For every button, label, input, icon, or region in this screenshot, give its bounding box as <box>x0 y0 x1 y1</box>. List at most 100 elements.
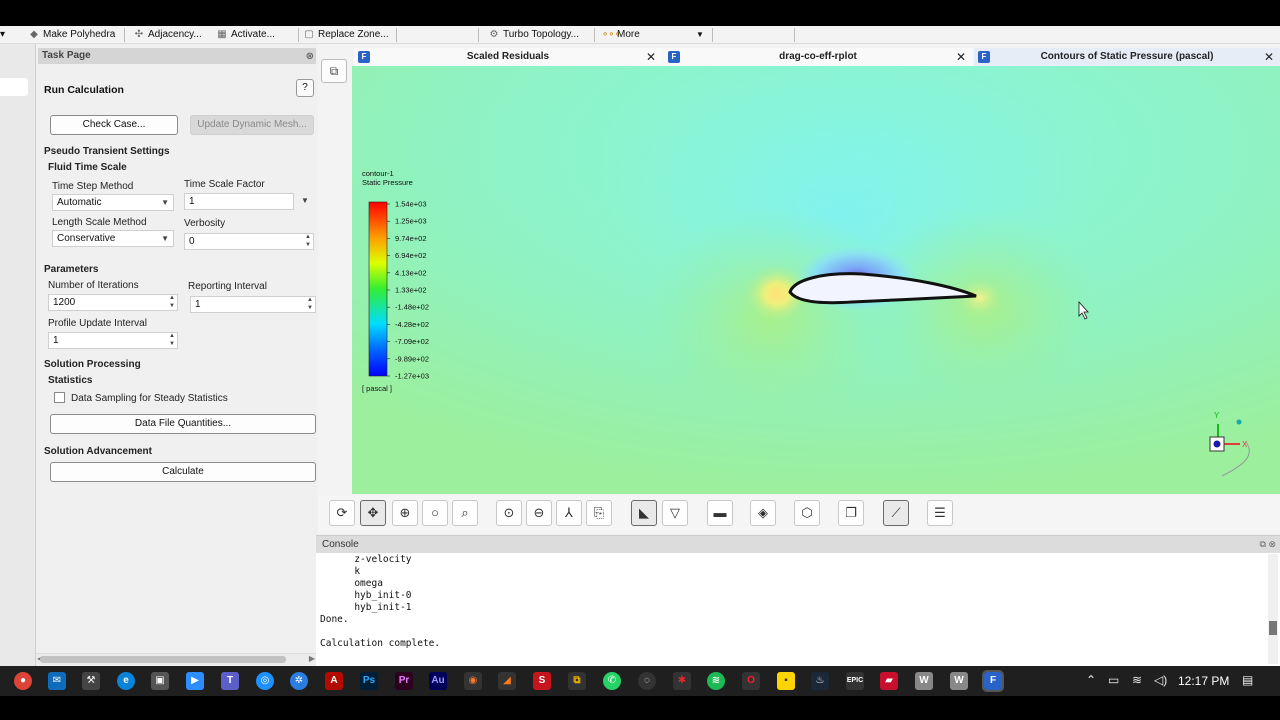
matlab-icon[interactable]: ◢ <box>498 672 516 690</box>
close-icon[interactable]: ✕ <box>956 48 966 66</box>
isometric-view-icon[interactable]: ⅄ <box>556 500 582 526</box>
annotation-icon[interactable]: ☰ <box>927 500 953 526</box>
lighting-icon[interactable]: ◣ <box>631 500 657 526</box>
number-of-iterations-stepper[interactable]: 1200 ▲ ▼ <box>48 294 178 311</box>
zoom-app-icon[interactable]: ▶ <box>186 672 204 690</box>
app3-icon[interactable]: ⧉ <box>568 672 586 690</box>
reporting-interval-stepper[interactable]: 1 ▲ ▼ <box>190 296 316 313</box>
close-icon[interactable]: ⊗ <box>306 49 314 65</box>
spinner-arrows-icon[interactable]: ▲ ▼ <box>169 332 175 348</box>
notes-icon[interactable]: ▪ <box>777 672 795 690</box>
scrollbar-thumb[interactable] <box>40 656 286 663</box>
fluent-taskbar-icon[interactable]: F <box>982 670 1004 692</box>
wifi-icon[interactable]: ≋ <box>1132 673 1142 687</box>
app5-icon[interactable]: ✱ <box>673 672 691 690</box>
fit-to-window-icon[interactable]: ⊙ <box>496 500 522 526</box>
headlight-icon[interactable]: ▬ <box>707 500 733 526</box>
verbosity-stepper[interactable]: 0 ▲ ▼ <box>184 233 314 250</box>
check-case-button[interactable]: Check Case... <box>50 115 178 135</box>
spinner-arrows-icon[interactable]: ▲ ▼ <box>307 296 313 312</box>
activate-icon: ▦ <box>217 29 227 40</box>
ribbon-turbo-topology[interactable]: ⚙ Turbo Topology... <box>488 27 579 43</box>
app2-icon[interactable]: ◎ <box>256 672 274 690</box>
console-output[interactable]: z-velocity k omega hyb_init-0 hyb_init-1… <box>320 554 1264 664</box>
steam-icon[interactable]: ♨ <box>811 672 829 690</box>
view-3d-icon[interactable]: ⬡ <box>794 500 820 526</box>
ribbon-replace-zone[interactable]: ▢ Replace Zone... <box>303 27 388 43</box>
workbench-icon[interactable]: W <box>915 672 933 690</box>
triad-y-label: Y <box>1214 411 1220 420</box>
tab-scaled-residuals[interactable]: F Scaled Residuals ✕ <box>354 48 662 66</box>
settings-app-icon[interactable]: ✲ <box>290 672 308 690</box>
solidworks-icon[interactable]: S <box>533 672 551 690</box>
length-scale-method-select[interactable]: Conservative ▼ <box>52 230 174 247</box>
teams-icon[interactable]: T <box>221 672 239 690</box>
time-scale-dropdown-icon[interactable]: ▼ <box>301 196 309 205</box>
calculate-button[interactable]: Calculate <box>50 462 316 482</box>
page-title: Run Calculation <box>44 84 124 96</box>
axes-plot-icon[interactable]: ⟋ <box>883 500 909 526</box>
console-scrollbar[interactable] <box>1268 554 1278 664</box>
pan-icon[interactable]: ✥ <box>360 500 386 526</box>
mail-icon[interactable]: ✉ <box>48 672 66 690</box>
audition-icon[interactable]: Au <box>429 672 447 690</box>
camera-icon[interactable]: ◈ <box>750 500 776 526</box>
photoshop-icon[interactable]: Ps <box>360 672 378 690</box>
app6-icon[interactable]: ▰ <box>880 672 898 690</box>
transparency-icon[interactable]: ▽ <box>662 500 688 526</box>
view-direction-icon[interactable]: ⎘ <box>586 500 612 526</box>
console-window-controls[interactable]: ⧉ ⊗ <box>1260 536 1276 553</box>
time-step-method-select[interactable]: Automatic ▼ <box>52 194 174 211</box>
rotate-view-icon[interactable]: ⟳ <box>329 500 355 526</box>
app4-icon[interactable]: ◌ <box>638 672 656 690</box>
notification-icon[interactable]: ▤ <box>1242 673 1253 687</box>
close-icon[interactable]: ✕ <box>1264 48 1274 66</box>
ribbon-dropdown-icon[interactable]: ▾ <box>0 27 5 43</box>
ribbon-adjacency[interactable]: ✣ Adjacency... <box>133 27 202 43</box>
tab-drag-coeff-rplot[interactable]: F drag-co-eff-rplot ✕ <box>664 48 972 66</box>
epic-games-icon[interactable]: EPIC <box>846 672 864 690</box>
scrollbar-thumb[interactable] <box>1269 621 1277 635</box>
tray-expand-icon[interactable]: ⌃ <box>1086 673 1096 687</box>
opera-icon[interactable]: O <box>742 672 760 690</box>
windows-taskbar: ● ✉ ⚒ e ▣ ▶ T ◎ ✲ A Ps Pr Au ◉ ◢ S ⧉ ✆ ◌… <box>0 666 1280 696</box>
zoom-icon[interactable]: ○ <box>422 500 448 526</box>
spinner-arrows-icon[interactable]: ▲ ▼ <box>169 294 175 310</box>
ribbon-activate[interactable]: ▦ Activate... <box>216 27 275 43</box>
app-icon[interactable]: ⚒ <box>82 672 100 690</box>
probe-icon[interactable]: ⌕ <box>452 500 478 526</box>
graphics-viewport[interactable]: contour-1 Static Pressure 1.54e+03 1.25e+… <box>352 66 1280 494</box>
chrome-icon[interactable]: ● <box>14 672 32 690</box>
store-icon[interactable]: ▣ <box>151 672 169 690</box>
whatsapp-icon[interactable]: ✆ <box>603 672 621 690</box>
task-page-scrollbar[interactable]: ◀ ▶ <box>36 653 316 665</box>
ribbon-more-dropdown-icon[interactable]: ▼ <box>696 27 704 43</box>
zoom-box-icon[interactable]: ⊕ <box>392 500 418 526</box>
update-dynamic-mesh-button[interactable]: Update Dynamic Mesh... <box>190 115 314 135</box>
help-button[interactable]: ? <box>296 79 314 97</box>
scroll-right-icon[interactable]: ▶ <box>309 654 315 663</box>
window-layout-icon[interactable]: ⧉ <box>321 59 347 83</box>
zoom-out-icon[interactable]: ⊖ <box>526 500 552 526</box>
tab-contours-static-pressure[interactable]: F Contours of Static Pressure (pascal) ✕ <box>974 48 1280 66</box>
battery-icon[interactable]: ▭ <box>1108 673 1119 687</box>
workbench2-icon[interactable]: W <box>950 672 968 690</box>
spotify-icon[interactable]: ≋ <box>707 672 725 690</box>
edge-icon[interactable]: e <box>117 672 135 690</box>
ribbon-more[interactable]: ∘∘∘More <box>602 27 640 43</box>
outline-tab[interactable] <box>0 78 28 96</box>
time-scale-factor-input[interactable]: 1 <box>184 193 294 210</box>
copy-image-icon[interactable]: ❐ <box>838 500 864 526</box>
data-file-quantities-button[interactable]: Data File Quantities... <box>50 414 316 434</box>
volume-icon[interactable]: ◁) <box>1154 673 1167 687</box>
premiere-icon[interactable]: Pr <box>395 672 413 690</box>
spinner-arrows-icon[interactable]: ▲ ▼ <box>305 233 311 249</box>
ribbon-make-polyhedra[interactable]: ◆ Make Polyhedra <box>28 27 115 43</box>
acrobat-icon[interactable]: A <box>325 672 343 690</box>
data-sampling-checkbox[interactable] <box>54 392 65 403</box>
profile-update-interval-stepper[interactable]: 1 ▲ ▼ <box>48 332 178 349</box>
clock[interactable]: 12:17 PM <box>1178 674 1229 688</box>
close-icon[interactable]: ✕ <box>646 48 656 66</box>
blender-icon[interactable]: ◉ <box>464 672 482 690</box>
